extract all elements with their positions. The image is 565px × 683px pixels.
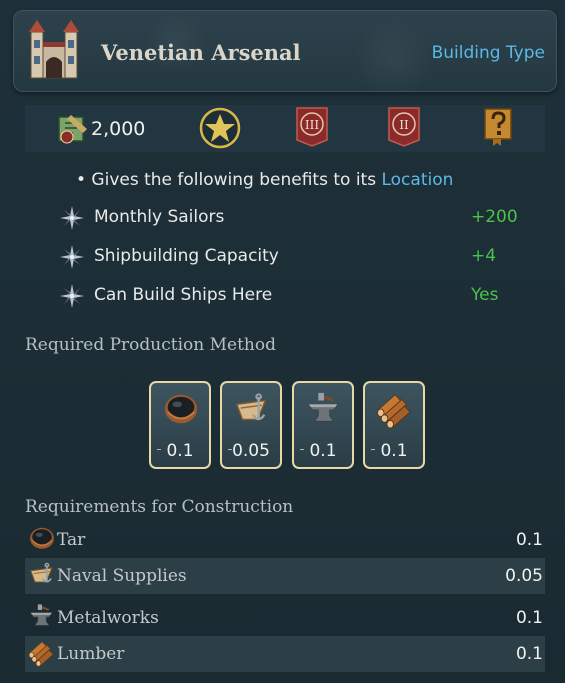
location-link[interactable]: Location — [381, 170, 453, 190]
benefits-intro-text: • Gives the following benefits to its — [76, 170, 382, 190]
construction-requirements-title: Requirements for Construction — [25, 497, 294, 517]
production-card-metalworks[interactable]: 0.1 — [292, 381, 354, 469]
metalworks-anvil-icon — [305, 391, 343, 429]
benefit-row: Can Build Ships Here Yes — [60, 282, 540, 310]
requirement-value: 0.05 — [505, 566, 543, 586]
benefit-row: Monthly Sailors +200 — [60, 204, 540, 232]
benefit-label: Monthly Sailors — [94, 207, 225, 227]
rank-2-icon[interactable]: II — [387, 106, 421, 148]
benefit-value: +200 — [471, 207, 518, 227]
benefit-label: Can Build Ships Here — [94, 285, 273, 305]
building-tooltip: Venetian Arsenal Building Type 2,000 III… — [0, 0, 565, 683]
sparkle-icon — [60, 284, 84, 308]
construction-cost-icon — [58, 115, 87, 144]
metalworks-anvil-icon — [27, 603, 57, 631]
benefit-value: +4 — [471, 246, 497, 266]
requirement-label: Lumber — [57, 644, 125, 664]
rank-3-numeral: III — [305, 118, 319, 132]
building-stat-bar: 2,000 III II — [25, 105, 545, 152]
requirement-row-metalworks[interactable]: Metalworks 0.1 — [25, 600, 545, 636]
lumber-logs-icon — [376, 391, 414, 429]
header-banner: Venetian Arsenal Building Type — [13, 10, 557, 92]
building-title: Venetian Arsenal — [101, 40, 301, 65]
benefits-intro: • Gives the following benefits to its Lo… — [76, 170, 453, 190]
benefit-row: Shipbuilding Capacity +4 — [60, 243, 540, 271]
requirement-label: Metalworks — [57, 608, 159, 628]
production-amount: 0.1 — [380, 441, 408, 461]
tar-bowl-icon — [162, 391, 200, 429]
lumber-logs-icon — [27, 639, 57, 667]
requirement-value: 0.1 — [515, 608, 543, 628]
sparkle-icon — [60, 206, 84, 230]
sparkle-icon — [60, 245, 84, 269]
tar-bowl-icon — [27, 525, 57, 553]
production-amount: 0.1 — [166, 441, 194, 461]
requirement-value: 0.1 — [515, 530, 543, 550]
construction-cost-value: 2,000 — [91, 118, 146, 140]
benefit-label: Shipbuilding Capacity — [94, 246, 279, 266]
book-question-icon[interactable] — [483, 107, 513, 147]
benefit-value: Yes — [471, 285, 499, 305]
arsenal-gate-icon — [29, 20, 79, 79]
rank-2-numeral: II — [399, 118, 409, 132]
production-card-tar[interactable]: 0.1 — [149, 381, 211, 469]
production-card-naval-supplies[interactable]: 0.05 — [220, 381, 282, 469]
rank-3-icon[interactable]: III — [295, 106, 329, 148]
requirement-label: Naval Supplies — [57, 566, 187, 586]
requirement-row-naval-supplies[interactable]: Naval Supplies 0.05 — [25, 558, 545, 594]
star-icon[interactable] — [199, 107, 241, 149]
requirement-label: Tar — [57, 530, 86, 550]
production-amount: 0.1 — [309, 441, 337, 461]
naval-supplies-icon — [27, 561, 57, 589]
building-type-link[interactable]: Building Type — [432, 43, 545, 63]
requirement-row-tar[interactable]: Tar 0.1 — [25, 522, 545, 558]
naval-supplies-icon — [233, 391, 271, 429]
production-method-title: Required Production Method — [25, 335, 276, 355]
requirement-row-lumber[interactable]: Lumber 0.1 — [25, 636, 545, 672]
requirement-value: 0.1 — [515, 644, 543, 664]
production-card-lumber[interactable]: 0.1 — [363, 381, 425, 469]
production-amount: 0.05 — [232, 441, 270, 461]
